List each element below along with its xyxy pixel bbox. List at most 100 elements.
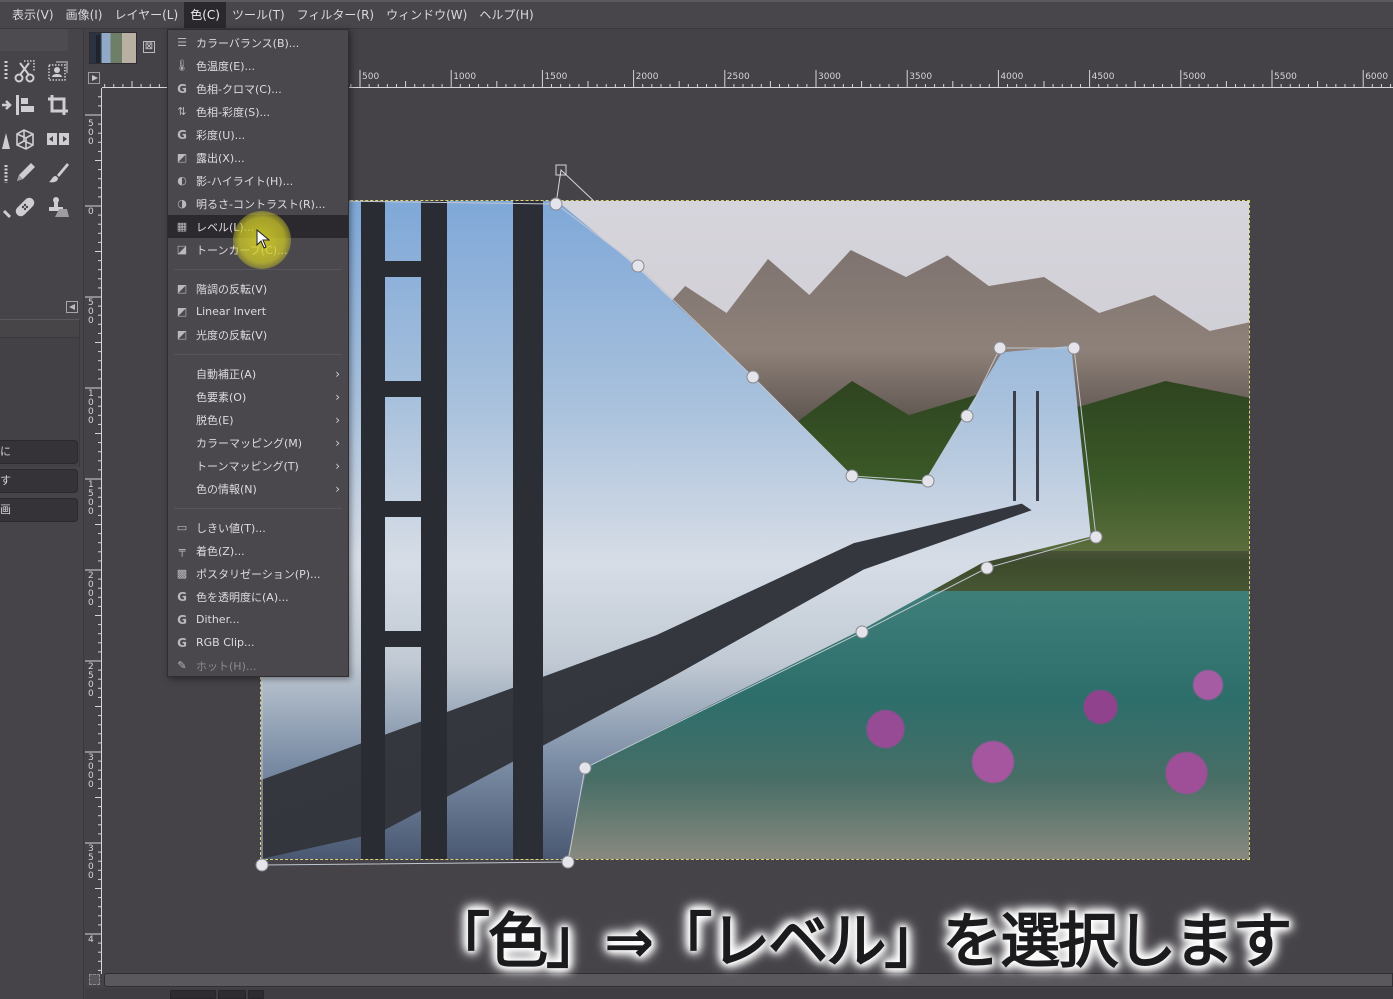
close-icon[interactable]: ⊠ (143, 41, 155, 53)
clone-stamp-icon (49, 197, 69, 217)
menu-item[interactable]: ◐ 影-ハイライト(H)... (168, 169, 348, 192)
menu-item[interactable]: G RGB Clip... (168, 631, 348, 654)
submenu-item[interactable]: トーンマッピング(T) › (168, 454, 348, 477)
menu-item[interactable]: G 色を透明度に(A)... (168, 585, 348, 608)
invert-icon: ◩ (176, 305, 188, 318)
colorize-icon: ╤ (178, 544, 186, 557)
dock-button-2[interactable]: す (0, 469, 78, 493)
shadows-highlights-icon: ◐ (177, 174, 187, 187)
menu-view[interactable]: 表示(V) (6, 2, 60, 28)
ruler-label: 1000 (88, 389, 94, 426)
menu-item-label: 彩度(U)... (196, 128, 246, 142)
chevron-right-icon: › (335, 481, 340, 496)
align-tool[interactable] (11, 91, 39, 119)
menu-item[interactable]: ▭ しきい値(T)... (168, 516, 348, 539)
quick-mask-toggle[interactable] (88, 72, 100, 84)
gegl-icon: G (177, 81, 187, 96)
zoom-selector[interactable] (218, 990, 246, 999)
separator-line (174, 353, 342, 355)
flip-tool[interactable] (44, 125, 72, 153)
paintbrush-icon (49, 163, 69, 183)
cube-icon (16, 129, 34, 150)
path-node[interactable] (255, 858, 269, 872)
align-icon (16, 95, 34, 115)
toolbox: に す 画 (0, 29, 84, 999)
levels-icon: ▦ (176, 220, 188, 233)
navigate-button[interactable] (89, 974, 100, 985)
menu-item[interactable]: ╤ 着色(Z)... (168, 539, 348, 562)
chevron-right-icon: › (335, 458, 340, 473)
menu-item-label: 明るさ-コントラスト(R)... (196, 197, 326, 211)
ruler-label: 2000 (88, 571, 94, 608)
menu-item[interactable]: G 彩度(U)... (168, 123, 348, 146)
submenu-item[interactable]: 色要素(O) › (168, 385, 348, 408)
vertical-ruler-ticks (85, 96, 102, 971)
perspective-tool[interactable] (11, 125, 39, 153)
menu-image[interactable]: 画像(I) (60, 2, 109, 28)
paintbrush-tool[interactable] (44, 159, 72, 187)
dock-button-1[interactable]: に (0, 440, 78, 464)
menu-item[interactable]: ⇅ 色相-彩度(S)... (168, 100, 348, 123)
tower-beam (361, 261, 447, 277)
ruler-label: 0 (88, 207, 94, 217)
gegl-icon: G (177, 612, 187, 627)
tower-beam (361, 631, 447, 647)
menu-item[interactable]: ▩ ポスタリゼーション(P)... (168, 562, 348, 585)
chevron-right-icon: › (335, 366, 340, 381)
crop-tool[interactable] (44, 91, 72, 119)
menu-colors[interactable]: 色(C) (184, 2, 226, 28)
dock-button-3[interactable]: 画 (0, 498, 78, 522)
ruler-label: 3000 (818, 72, 841, 82)
invert-icon: ◩ (176, 328, 188, 341)
ruler-label: 3000 (88, 753, 94, 790)
menu-item[interactable]: ◩ Linear Invert (168, 300, 348, 323)
menu-item-label: 光度の反転(V) (196, 328, 268, 342)
menu-item-label: ホット(H)... (196, 659, 257, 673)
menu-item[interactable]: ✎ ホット(H)... (168, 654, 348, 677)
menu-item-label: 露出(X)... (196, 151, 245, 165)
menu-help[interactable]: ヘルプ(H) (473, 2, 539, 28)
ruler-label: 4 (88, 935, 94, 945)
statusbar (85, 988, 1393, 999)
menu-item[interactable]: ◩ 光度の反転(V) (168, 323, 348, 346)
submenu-item[interactable]: 脱色(E) › (168, 408, 348, 431)
heal-tool[interactable] (11, 193, 39, 221)
menu-tools[interactable]: ツール(T) (226, 2, 291, 28)
menu-item-label: カラーバランス(B)... (196, 36, 300, 50)
vertical-ruler[interactable]: 500 0 500 1000 1500 2000 2500 3000 3500 4 (85, 88, 102, 974)
invert-icon: ◩ (176, 282, 188, 295)
menu-item[interactable]: ☰ カラーバランス(B)... (168, 31, 348, 54)
pencil-tool[interactable] (11, 159, 39, 187)
ruler-label: 4000 (1000, 72, 1024, 82)
scissors-icon (14, 60, 35, 83)
ruler-label: 1000 (453, 72, 477, 82)
menu-windows[interactable]: ウィンドウ(W) (380, 2, 473, 28)
dock-collapse-button[interactable] (66, 301, 78, 313)
tutorial-caption: 「色」⇒「レベル」を選択します (430, 907, 1292, 977)
foreground-select-tool[interactable] (44, 57, 72, 85)
submenu-item[interactable]: 自動補正(A) › (168, 362, 348, 385)
transform-handle[interactable] (555, 164, 567, 176)
menu-item[interactable]: G 色相-クロマ(C)... (168, 77, 348, 100)
menu-filters[interactable]: フィルター(R) (291, 2, 380, 28)
ruler-label: 5500 (1274, 72, 1297, 82)
menu-item[interactable]: ◩ 露出(X)... (168, 146, 348, 169)
submenu-item[interactable]: カラーマッピング(M) › (168, 431, 348, 454)
unit-selector[interactable] (170, 990, 216, 999)
chevron-right-icon: › (335, 412, 340, 427)
scissors-select-tool[interactable] (11, 57, 39, 85)
image-tab-thumbnail[interactable] (89, 32, 137, 64)
color-balance-icon: ☰ (177, 36, 187, 49)
menu-item[interactable]: 🌡 色温度(E)... (168, 54, 348, 77)
colors-menu: ☰ カラーバランス(B)... 🌡 色温度(E)... G 色相-クロマ(C)... ⇅ 色相… (167, 29, 349, 677)
clone-tool[interactable] (44, 193, 72, 221)
ruler-label: 3500 (909, 72, 933, 82)
separator-line (174, 507, 342, 509)
menu-layer[interactable]: レイヤー(L) (108, 2, 184, 28)
submenu-item[interactable]: 色の情報(N) › (168, 477, 348, 500)
menu-item[interactable]: G Dither... (168, 608, 348, 631)
menu-item-label: 階調の反転(V) (196, 282, 268, 296)
ruler-label: 500 (88, 119, 94, 147)
zoom-dropdown[interactable] (248, 990, 264, 999)
menu-item[interactable]: ◩ 階調の反転(V) (168, 277, 348, 300)
